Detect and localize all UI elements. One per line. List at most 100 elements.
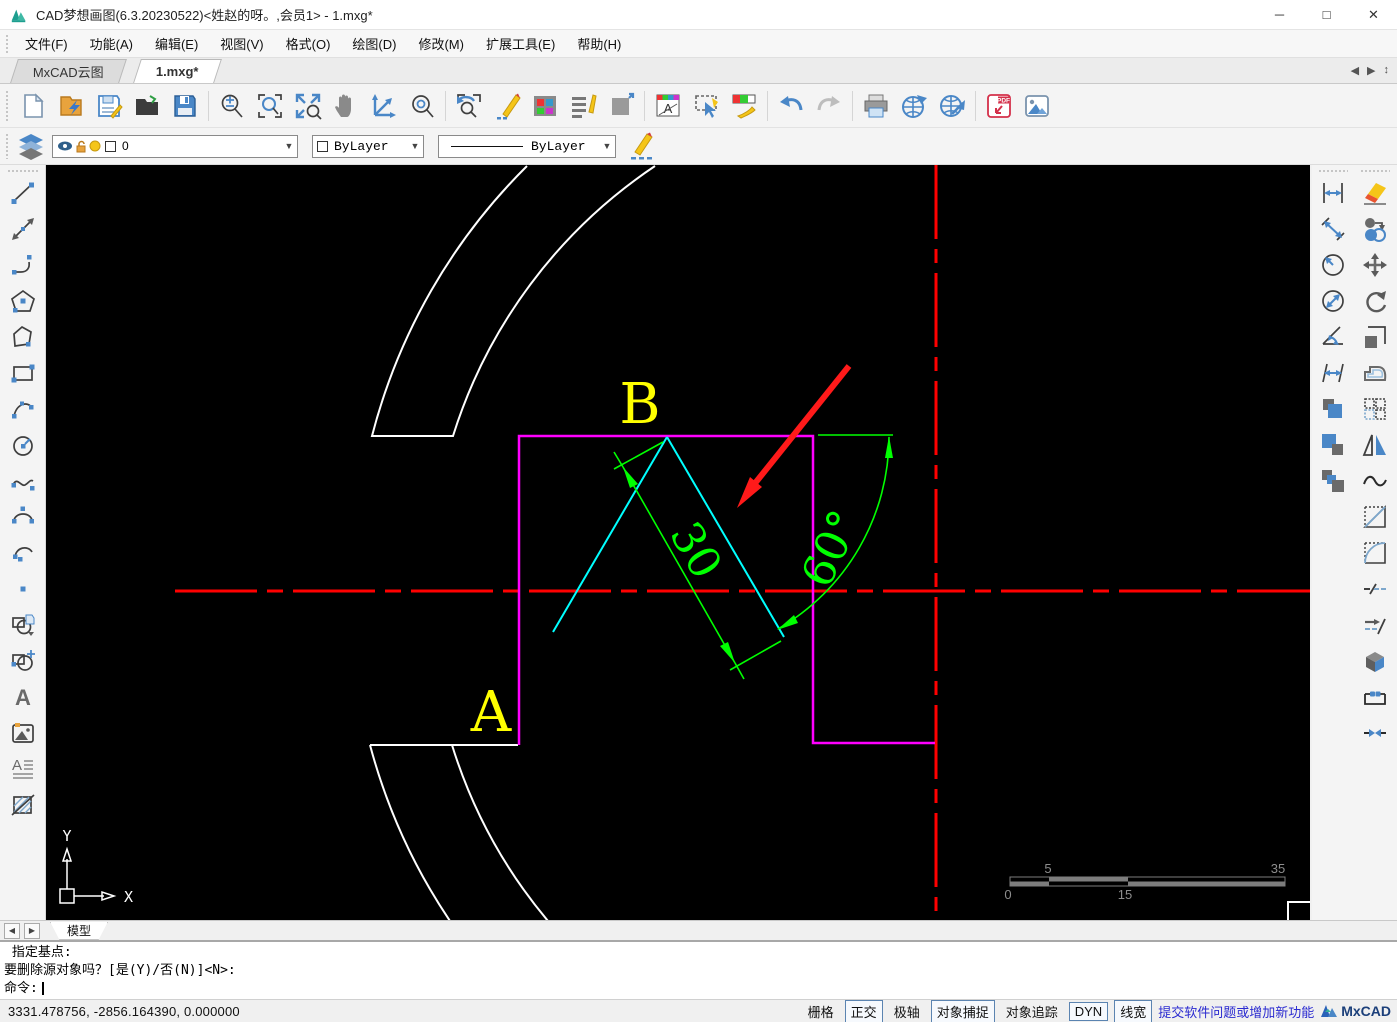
linetype-dropdown-arrow[interactable]: ▼ <box>599 141 615 151</box>
layer-manager-button[interactable]: A <box>649 87 687 125</box>
dim-angle-label[interactable]: 60° <box>792 503 871 595</box>
point-label-b[interactable]: B <box>619 372 660 437</box>
maximize-button[interactable]: □ <box>1303 0 1350 29</box>
color-palette-button[interactable] <box>526 87 564 125</box>
minimize-button[interactable]: ─ <box>1256 0 1303 29</box>
pan-button[interactable] <box>327 87 365 125</box>
dim-angular-tool[interactable] <box>1316 319 1350 355</box>
create-block-tool[interactable] <box>6 643 40 679</box>
quick-select-button[interactable] <box>687 87 725 125</box>
image-tool[interactable] <box>6 715 40 751</box>
drawing-canvas[interactable]: 30 60° B A Y X 5 35 0 15 <box>46 165 1313 923</box>
redo-button[interactable] <box>810 87 848 125</box>
fillet-tool[interactable] <box>1358 535 1392 571</box>
dim-diameter-tool[interactable] <box>1316 283 1350 319</box>
zoom-window-button[interactable] <box>251 87 289 125</box>
toggle-ortho[interactable]: 正交 <box>844 999 883 1022</box>
menu-help[interactable]: 帮助(H) <box>566 30 632 57</box>
rectangle-tool[interactable] <box>6 355 40 391</box>
undo-button[interactable] <box>772 87 810 125</box>
zoom-center-button[interactable] <box>403 87 441 125</box>
move-tool[interactable] <box>1358 247 1392 283</box>
polygon-tool[interactable] <box>6 319 40 355</box>
rotate-tool[interactable] <box>1358 283 1392 319</box>
feedback-link[interactable]: 提交软件问题或增加新功能 <box>1158 1002 1314 1021</box>
linetype-select[interactable]: ByLayer ▼ <box>438 134 616 158</box>
menu-file[interactable]: 文件(F) <box>14 30 79 57</box>
ring-outline[interactable] <box>369 165 656 922</box>
spline-tool[interactable] <box>6 463 40 499</box>
point-label-a[interactable]: A <box>470 680 512 745</box>
save-button[interactable] <box>90 87 128 125</box>
dim-linear-tool[interactable] <box>1316 175 1350 211</box>
mirror-tool[interactable] <box>1358 427 1392 463</box>
layer-dropdown-arrow[interactable]: ▼ <box>281 141 297 151</box>
explode-tool[interactable] <box>1358 643 1392 679</box>
ellipse-tool[interactable] <box>6 499 40 535</box>
zoom-extents-button[interactable] <box>289 87 327 125</box>
new-file-button[interactable] <box>14 87 52 125</box>
ucs-axes-button[interactable] <box>365 87 403 125</box>
page-setup-button[interactable] <box>602 87 640 125</box>
dim-radius-tool[interactable] <box>1316 247 1350 283</box>
ring-bottom-inner-arc[interactable] <box>451 744 549 922</box>
layout-next-button[interactable]: ▶ <box>24 922 40 939</box>
toggle-grid[interactable]: 栅格 <box>803 1001 839 1022</box>
toggle-dyn[interactable]: DYN <box>1068 1001 1109 1021</box>
text-style-button[interactable] <box>564 87 602 125</box>
circle-tool[interactable] <box>6 427 40 463</box>
arc-tool[interactable] <box>6 391 40 427</box>
tab-scroll-left-icon[interactable]: ◀ <box>1351 64 1359 77</box>
dim-continue-tool[interactable] <box>1316 355 1350 391</box>
stretch-tool[interactable] <box>1358 319 1392 355</box>
close-button[interactable]: ✕ <box>1350 0 1397 29</box>
stretch-squares-tool[interactable] <box>1316 463 1350 499</box>
join-tool[interactable] <box>1358 715 1392 751</box>
toggle-otrack[interactable]: 对象追踪 <box>1001 1001 1063 1022</box>
menu-draw[interactable]: 绘图(D) <box>341 30 407 57</box>
ring-top-band[interactable] <box>370 165 656 437</box>
toggle-osnap[interactable]: 对象捕捉 <box>930 999 995 1022</box>
point-tool[interactable] <box>6 571 40 607</box>
command-line-panel[interactable]: 指定基点: 要删除源对象吗？[是(Y)/否(N)]<N>: 命令: <box>0 940 1397 999</box>
ellipse-arc-tool[interactable] <box>6 535 40 571</box>
hatch-tool[interactable] <box>6 787 40 823</box>
mtext-tool[interactable]: A <box>6 751 40 787</box>
open-import-button[interactable] <box>52 87 90 125</box>
web-upload-button[interactable] <box>933 87 971 125</box>
polygon-filled-tool[interactable] <box>6 283 40 319</box>
construction-line-left[interactable] <box>552 436 668 633</box>
pedit-tool[interactable] <box>1358 679 1392 715</box>
scale-squares-tool[interactable] <box>1316 427 1350 463</box>
linetype-edit-button[interactable] <box>622 127 660 165</box>
tab-expand-icon[interactable]: ↕ <box>1384 64 1390 77</box>
command-prompt-row[interactable]: 命令: <box>4 980 1393 998</box>
save-as-button[interactable] <box>166 87 204 125</box>
chamfer-tool[interactable] <box>1358 499 1392 535</box>
export-pdf-button[interactable]: PDF <box>980 87 1018 125</box>
layer-select[interactable]: 0 ▼ <box>52 134 298 158</box>
array-tool[interactable] <box>1358 391 1392 427</box>
menu-function[interactable]: 功能(A) <box>79 30 144 57</box>
ring-bottom-outer-arc[interactable] <box>369 744 451 922</box>
tab-mxcad-cloud[interactable]: MxCAD云图 <box>10 59 127 83</box>
toggle-polar[interactable]: 极轴 <box>889 1001 925 1022</box>
toggle-lineweight[interactable]: 线宽 <box>1114 999 1153 1022</box>
menu-edit[interactable]: 编辑(E) <box>144 30 209 57</box>
color-dropdown-arrow[interactable]: ▼ <box>407 141 423 151</box>
menu-view[interactable]: 视图(V) <box>209 30 274 57</box>
menu-modify[interactable]: 修改(M) <box>407 30 475 57</box>
layer-stack-icon[interactable] <box>14 127 48 165</box>
construction-line-tool[interactable] <box>6 211 40 247</box>
copy-tool[interactable] <box>1358 211 1392 247</box>
dim-length-label[interactable]: 30 <box>660 514 732 588</box>
break-tool[interactable] <box>1358 571 1392 607</box>
tab-scroll-right-icon[interactable]: ▶ <box>1367 64 1375 77</box>
export-image-button[interactable] <box>1018 87 1056 125</box>
line-tool[interactable] <box>6 175 40 211</box>
publish-web-button[interactable] <box>895 87 933 125</box>
layout-prev-button[interactable]: ◀ <box>4 922 20 939</box>
centerlines[interactable] <box>175 165 1310 919</box>
menu-express-tools[interactable]: 扩展工具(E) <box>475 30 566 57</box>
erase-tool[interactable] <box>1358 175 1392 211</box>
